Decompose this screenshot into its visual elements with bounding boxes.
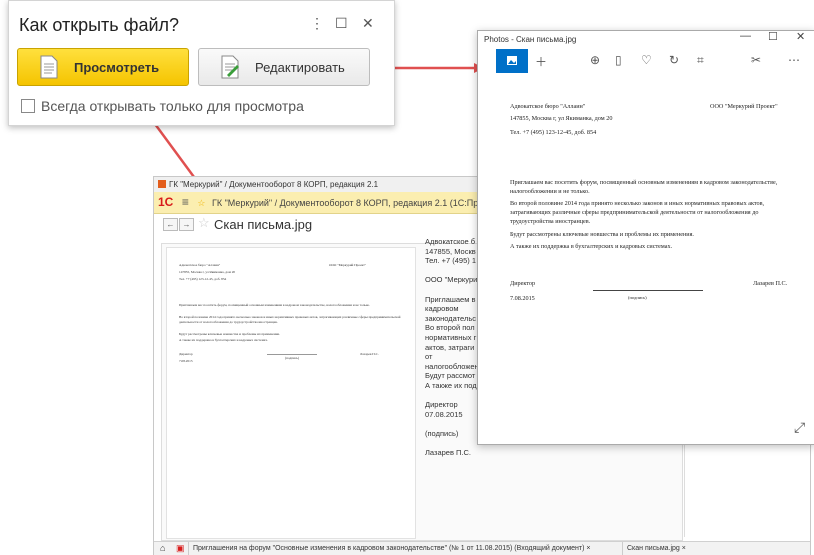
edit-button-label: Редактировать — [255, 59, 345, 75]
text-pane-line: нормативных г — [425, 332, 477, 342]
close-icon[interactable]: ✕ — [362, 15, 374, 32]
letter-sender: Адвокатское бюро "Аллаин" — [510, 103, 586, 110]
edit-document-icon — [219, 55, 241, 79]
text-pane-line: актов, затраги — [425, 342, 475, 352]
minimize-icon[interactable]: — — [740, 30, 751, 42]
letter-para4: А также их поддержка в бухгалтерских и к… — [510, 243, 673, 250]
text-pane-line: налогообложен — [425, 361, 477, 371]
dialog-title: Как открыть файл? — [19, 15, 180, 35]
always-view-label: Всегда открывать только для просмотра — [41, 98, 304, 114]
text-pane-line: Приглашаем в — [425, 294, 476, 304]
text-pane-line: А также их под — [425, 380, 477, 390]
text-pane-line: ООО "Меркури — [425, 275, 477, 285]
1c-logo: 1С — [158, 195, 174, 209]
edit-button[interactable]: Редактировать — [198, 48, 370, 86]
view-button[interactable]: Просмотреть — [17, 48, 189, 86]
close-icon[interactable]: × — [586, 545, 590, 552]
thumb-address: 147855, Москва г, ул Якиманка, дом 20 — [179, 270, 236, 274]
more-icon[interactable]: ⋯ — [788, 53, 800, 67]
text-pane-line: от — [425, 352, 433, 362]
zoom-icon[interactable]: ⊕ — [590, 53, 600, 67]
recognized-text-pane: Адвокатское б 147855, Москв Тел. +7 (495) … — [425, 237, 477, 547]
add-icon[interactable]: ＋ — [535, 53, 547, 70]
text-pane-line — [425, 419, 477, 429]
thumb-signer: Лазарев П.С. — [360, 352, 379, 356]
window-title: ГК "Меркурий" / Документооборот 8 КОРП, … — [169, 180, 379, 189]
thumb-phone: Тел. +7 (495) 123-12-45, доб. 854 — [179, 277, 227, 281]
open-file-dialog: Как открыть файл? ⋮ ☐ ✕ Просмотреть Реда… — [8, 0, 395, 126]
maximize-icon[interactable]: ☐ — [768, 30, 778, 43]
home-icon[interactable]: ⌂ — [160, 542, 165, 555]
favorite-icon[interactable]: ♡ — [641, 53, 652, 67]
photos-title: Photos - Скан письма.jpg — [484, 35, 577, 44]
delete-icon[interactable]: ▯ — [615, 53, 622, 67]
text-pane-line: законодательс — [425, 313, 476, 323]
thumb-signature: (подпись) — [285, 356, 300, 360]
favorite-star-icon[interactable]: ☆ — [198, 215, 210, 231]
always-view-checkbox[interactable] — [21, 99, 35, 113]
thumb-position: Директор — [179, 352, 193, 356]
expand-icon[interactable]: ⤢ — [794, 419, 805, 436]
letter-signature: (подпись) — [628, 295, 647, 300]
letter-signer: Лазарев П.С. — [753, 280, 788, 287]
menu-icon[interactable]: ≡ — [182, 195, 189, 209]
forward-button[interactable]: → — [179, 218, 194, 231]
tab-invitation[interactable]: Приглашения на форум "Основные изменения… — [188, 542, 595, 555]
thumb-para4: А также их поддержка в бухгалтерских и к… — [179, 338, 268, 342]
letter-position: Директор — [510, 280, 536, 287]
text-pane-line: 147855, Москв — [425, 246, 476, 256]
text-pane-line — [425, 266, 477, 276]
letter-para1: Приглашаем вас посетить форум, посвященн… — [510, 179, 778, 195]
scanned-page-thumbnail: Адвокатское бюро "Аллаин" ООО "Меркурий … — [166, 247, 416, 539]
tab-scan[interactable]: Скан письма.jpg × — [622, 542, 690, 555]
letter-phone: Тел. +7 (495) 123-12-45, доб. 854 — [510, 129, 597, 136]
crop-icon[interactable]: ⌗ — [697, 53, 704, 68]
thumb-para2: Во второй половине 2014 года принято нес… — [179, 315, 401, 324]
photos-toolbar: ＋ ⊕ ▯ ♡ ↻ ⌗ ✂ ⋯ — [478, 49, 814, 73]
thumb-recipient: ООО "Меркурий Проект" — [329, 263, 367, 267]
document-icon — [38, 55, 60, 79]
app-icon — [158, 180, 166, 188]
text-pane-line: Тел. +7 (495) 1 — [425, 256, 477, 266]
text-pane-line: 07.08.2015 — [425, 409, 463, 419]
star-icon[interactable]: ☆ — [197, 198, 205, 208]
thumb-sender: Адвокатское бюро "Аллаин" — [179, 263, 221, 267]
maximize-icon[interactable]: ☐ — [335, 15, 348, 32]
thumb-para3: Будут рассмотрены ключевые новшества и п… — [179, 332, 280, 336]
letter-para3: Будут рассмотрены ключевые новшества и п… — [510, 231, 694, 238]
text-pane-line — [425, 391, 477, 401]
text-pane-line: Директор — [425, 400, 458, 410]
letter-address: 147855, Москва г, ул Якиманка, дом 20 — [510, 115, 613, 122]
close-icon[interactable]: × — [682, 545, 686, 552]
text-pane-line: Во второй пол — [425, 323, 475, 333]
text-pane-line — [425, 438, 477, 448]
doc-title: Скан письма.jpg — [214, 217, 313, 232]
doc-icon: ▣ — [176, 543, 185, 553]
view-button-label: Просмотреть — [74, 59, 160, 75]
text-pane-line: (подпись) — [425, 428, 459, 438]
tab-scan-label: Скан письма.jpg — [627, 545, 680, 552]
signature-line — [593, 290, 703, 291]
text-pane-line — [425, 285, 477, 295]
letter-recipient: ООО "Меркурий Проект" — [710, 103, 778, 110]
letter-date: 7.08.2015 — [510, 295, 535, 302]
photos-window: Photos - Скан письма.jpg — ☐ ✕ ＋ ⊕ ▯ ♡ ↻… — [477, 30, 814, 445]
thumb-date: 7.08.2015 — [179, 359, 193, 363]
text-pane-line: кадровом — [425, 304, 459, 314]
always-view-option[interactable]: Всегда открывать только для просмотра — [21, 98, 304, 114]
thumb-sign-line — [267, 354, 317, 355]
text-pane-line: Лазарев П.С. — [425, 448, 472, 458]
thumb-para1: Приглашаем вас посетить форум, посвященн… — [179, 303, 370, 307]
image-view-button[interactable] — [496, 49, 528, 73]
back-button[interactable]: ← — [163, 218, 178, 231]
close-icon[interactable]: ✕ — [796, 30, 805, 43]
tab-invitation-label: Приглашения на форум "Основные изменения… — [193, 545, 585, 552]
rotate-icon[interactable]: ↻ — [669, 53, 679, 67]
text-pane-line: Адвокатское б — [425, 237, 476, 246]
text-pane-line: Будут рассмот — [425, 371, 476, 381]
letter-para2: Во второй половине 2014 года принято нес… — [510, 200, 765, 225]
more-icon[interactable]: ⋮ — [310, 15, 324, 32]
edit-icon[interactable]: ✂ — [751, 53, 761, 67]
